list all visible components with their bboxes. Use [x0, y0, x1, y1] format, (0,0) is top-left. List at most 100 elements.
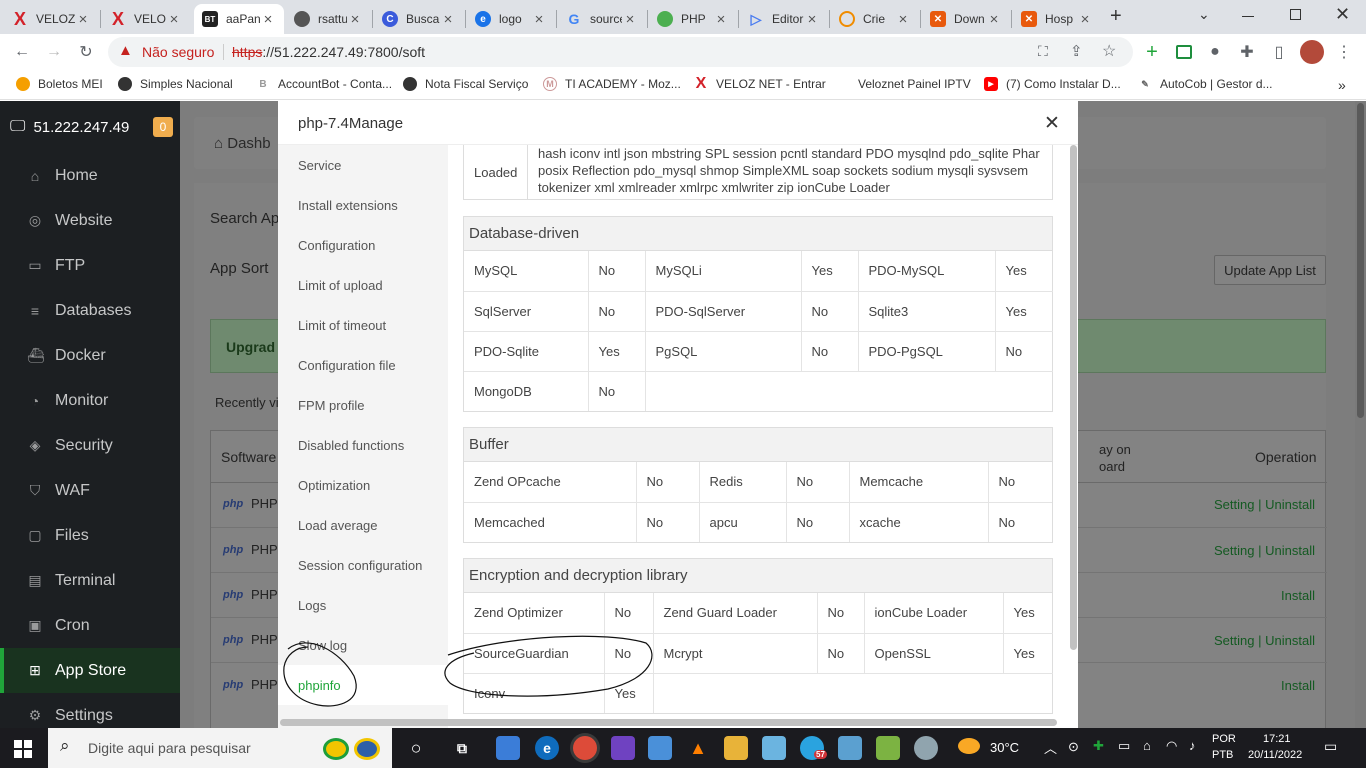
tab-google[interactable]: Gsource× [558, 4, 646, 34]
notification-icon[interactable]: ▭ [1324, 738, 1337, 755]
telegram-icon[interactable]: 57 [800, 736, 827, 760]
nav-configuration-file[interactable]: Configuration file [278, 345, 448, 385]
bookmark-accountbot[interactable]: B AccountBot - Conta... [256, 77, 392, 91]
nav-limit-timeout[interactable]: Limit of timeout [278, 305, 448, 345]
share-icon[interactable]: ⇪ [1070, 42, 1083, 60]
wifi-icon[interactable]: ◠ [1166, 738, 1177, 754]
setting-link[interactable]: Setting [1214, 543, 1254, 558]
address-bar[interactable]: ▲ Não seguro https://51.222.247.49:7800/… [108, 37, 1133, 67]
close-tab-icon[interactable]: × [166, 11, 182, 28]
app-icon[interactable] [876, 736, 900, 760]
language-indicator[interactable]: POR [1212, 733, 1236, 745]
tab-logo[interactable]: e logo × [467, 4, 555, 34]
nav-configuration[interactable]: Configuration [278, 225, 448, 265]
tray-chevron-icon[interactable]: ︿ [1044, 738, 1057, 757]
window-close-icon[interactable]: ✕ [1335, 4, 1350, 25]
tab-php[interactable]: PHP × [649, 4, 737, 34]
close-tab-icon[interactable]: × [804, 11, 820, 28]
avatar[interactable] [1300, 40, 1324, 64]
sidebar-item-databases[interactable]: ≡ Databases [0, 288, 180, 333]
sidebar-item-waf[interactable]: ⛉ WAF [0, 468, 180, 513]
bookmark-simples[interactable]: Simples Nacional [118, 77, 233, 91]
taskbar-search[interactable]: ⌕ Digite aqui para pesquisar [48, 728, 392, 768]
close-tab-icon[interactable]: × [75, 11, 91, 28]
extension-plus-icon[interactable]: + [1140, 40, 1164, 64]
close-tab-icon[interactable]: × [531, 11, 547, 28]
nav-limit-upload[interactable]: Limit of upload [278, 265, 448, 305]
back-icon[interactable]: ← [10, 40, 34, 64]
sidepanel-icon[interactable]: ▯ [1267, 40, 1291, 64]
app-icon[interactable] [648, 736, 672, 760]
nav-slow-log[interactable]: Slow log [278, 625, 448, 665]
uninstall-link[interactable]: Uninstall [1265, 497, 1315, 512]
sidebar-item-monitor[interactable]: ◔ Monitor [0, 378, 180, 423]
nav-disabled-functions[interactable]: Disabled functions [278, 425, 448, 465]
update-app-list-button[interactable]: Update App List [1214, 255, 1326, 285]
tab-down[interactable]: ✕ Down × [922, 4, 1010, 34]
volume-icon[interactable]: ♪ [1189, 738, 1196, 753]
bookmark-youtube[interactable]: ▶ (7) Como Instalar D... [984, 77, 1121, 91]
tab-busca[interactable]: C Busca × [374, 4, 464, 34]
install-link[interactable]: Install [1281, 678, 1315, 693]
dialog-vertical-scrollbar[interactable] [1068, 145, 1078, 720]
bookmark-boletos[interactable]: Boletos MEI [16, 77, 103, 91]
close-tab-icon[interactable]: × [260, 11, 276, 28]
clock-time[interactable]: 17:21 [1263, 733, 1291, 745]
dialog-horizontal-scrollbar[interactable] [278, 718, 1068, 728]
app-icon[interactable] [611, 736, 635, 760]
sidebar-item-cron[interactable]: ▣ Cron [0, 603, 180, 648]
forward-icon[interactable]: → [42, 40, 66, 64]
reload-icon[interactable]: ↻ [74, 40, 98, 64]
uninstall-link[interactable]: Uninstall [1265, 543, 1315, 558]
vlc-icon[interactable]: ▲ [686, 736, 710, 760]
bookmark-tiacademy[interactable]: M TI ACADEMY - Moz... [543, 77, 681, 91]
sidebar-item-settings[interactable]: ⚙ Settings [0, 693, 180, 728]
tab-crie[interactable]: Crie × [831, 4, 919, 34]
chrome-icon[interactable] [573, 736, 597, 760]
tray-icon[interactable]: ⌂ [1143, 738, 1151, 753]
tab-aapanel[interactable]: BTaaPanel× [194, 4, 284, 34]
translate-icon[interactable]: ⛶ [1038, 43, 1048, 60]
nav-phpinfo[interactable]: phpinfo [278, 665, 448, 705]
cortana-icon[interactable]: ○ [404, 736, 428, 760]
folder-icon[interactable] [724, 736, 748, 760]
sidebar-item-home[interactable]: ⌂ Home [0, 153, 180, 198]
close-tab-icon[interactable]: × [1077, 11, 1093, 28]
nav-load-average[interactable]: Load average [278, 505, 448, 545]
bookmark-iptv[interactable]: Veloznet Painel IPTV [858, 77, 971, 91]
new-tab-icon[interactable]: + [1110, 5, 1122, 28]
sidebar-item-website[interactable]: ◎ Website [0, 198, 180, 243]
bookmark-nota[interactable]: Nota Fiscal Serviço [403, 77, 528, 91]
tab-editor[interactable]: ▷ Editor × [740, 4, 828, 34]
sidebar-item-terminal[interactable]: ▤ Terminal [0, 558, 180, 603]
star-icon[interactable]: ☆ [1102, 41, 1116, 61]
nav-session-configuration[interactable]: Session configuration [278, 545, 448, 585]
puzzle-icon[interactable]: ✚ [1235, 40, 1259, 64]
tray-icon[interactable]: ▭ [1118, 738, 1130, 754]
network-app-icon[interactable] [496, 736, 520, 760]
tray-shield-icon[interactable]: ✚ [1093, 738, 1104, 754]
setting-link[interactable]: Setting [1214, 633, 1254, 648]
nav-fpm-profile[interactable]: FPM profile [278, 385, 448, 425]
task-view-icon[interactable]: ⧉ [450, 736, 474, 760]
extension-circle-icon[interactable]: ● [1203, 40, 1227, 64]
app-icon[interactable] [838, 736, 862, 760]
nav-service[interactable]: Service [278, 145, 448, 185]
menu-dots-icon[interactable]: ⋮ [1332, 40, 1356, 64]
bookmark-autocob[interactable]: ✎ AutoCob | Gestor d... [1138, 77, 1272, 91]
page-scrollbar[interactable] [1355, 101, 1366, 728]
nav-logs[interactable]: Logs [278, 585, 448, 625]
sidebar-item-security[interactable]: ◈ Security [0, 423, 180, 468]
notification-badge[interactable]: 0 [153, 117, 173, 137]
app-icon[interactable] [914, 736, 938, 760]
setting-link[interactable]: Setting [1214, 497, 1254, 512]
close-tab-icon[interactable]: × [347, 11, 363, 28]
tab-search-icon[interactable]: ⌄ [1198, 6, 1210, 23]
weather-temp[interactable]: 30°C [990, 740, 1019, 755]
tray-icon[interactable]: ⊙ [1068, 739, 1079, 755]
close-tab-icon[interactable]: × [986, 11, 1002, 28]
uninstall-link[interactable]: Uninstall [1265, 633, 1315, 648]
sidebar-item-files[interactable]: ▢ Files [0, 513, 180, 558]
notepad-icon[interactable] [762, 736, 786, 760]
close-tab-icon[interactable]: × [713, 11, 729, 28]
